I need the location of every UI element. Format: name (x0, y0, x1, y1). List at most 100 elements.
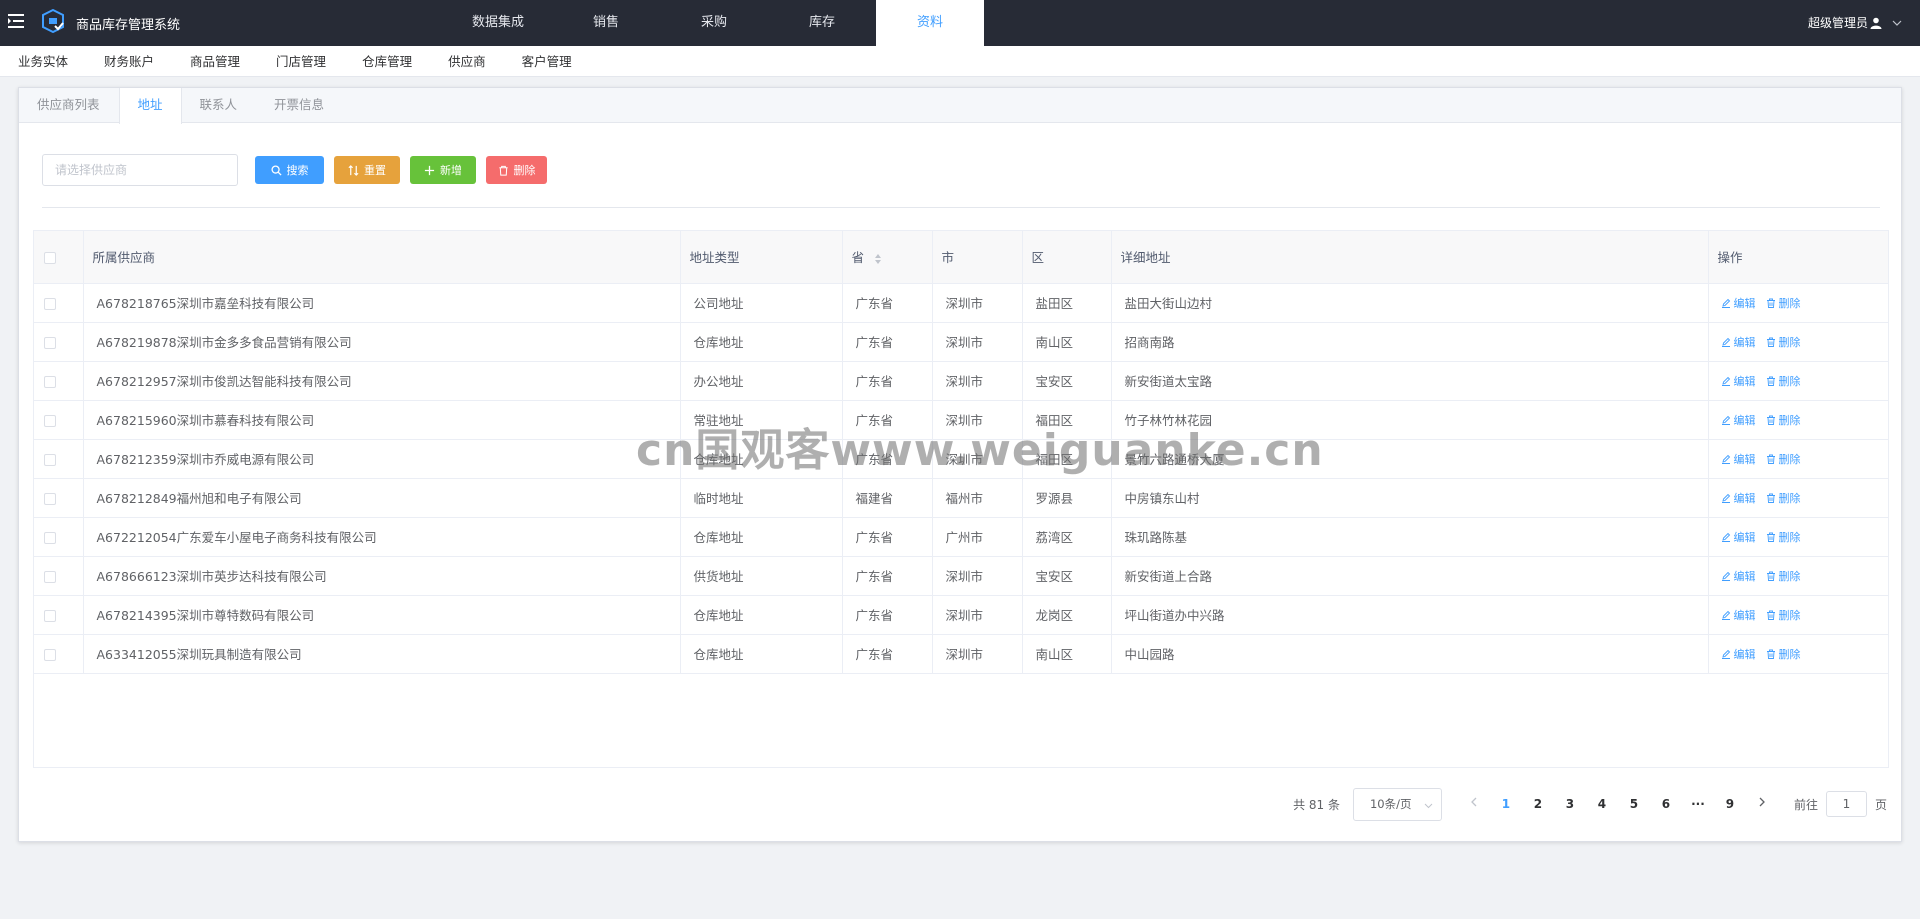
subnav-item-finance-account[interactable]: 财务账户 (104, 46, 154, 76)
row-delete-link[interactable]: 删除 (1766, 529, 1801, 545)
prev-page-button[interactable] (1458, 797, 1490, 811)
row-checkbox[interactable] (44, 297, 56, 310)
column-header-province[interactable]: 省 (842, 231, 933, 284)
row-delete-link[interactable]: 删除 (1766, 373, 1801, 389)
subnav-item-business-entity[interactable]: 业务实体 (18, 46, 68, 76)
tab-supplier-list[interactable]: 供应商列表 (19, 88, 119, 123)
row-delete-link[interactable]: 删除 (1766, 646, 1801, 662)
edit-icon (1721, 532, 1730, 542)
total-count: 共 81 条 (1293, 797, 1340, 812)
row-edit-link[interactable]: 编辑 (1721, 490, 1756, 506)
page-button[interactable]: 1 (1490, 797, 1522, 811)
supplier-select-input[interactable] (42, 154, 238, 186)
page-size-select[interactable]: 10条/页 (1352, 787, 1442, 821)
row-checkbox[interactable] (44, 570, 56, 583)
row-delete-link[interactable]: 删除 (1766, 490, 1801, 506)
cell-supplier: A672212054广东爱车小屋电子商务科技有限公司 (83, 517, 681, 557)
row-checkbox[interactable] (44, 414, 56, 427)
row-edit-link[interactable]: 编辑 (1721, 607, 1756, 623)
cell-supplier: A678214395深圳市尊特数码有限公司 (83, 595, 681, 635)
row-edit-link[interactable]: 编辑 (1721, 373, 1756, 389)
toolbar-divider (42, 207, 1880, 208)
top-nav: 数据集成 销售 采购 库存 资料 (444, 0, 984, 46)
edit-icon (1721, 415, 1730, 425)
row-checkbox[interactable] (44, 375, 56, 388)
user-menu[interactable]: 超级管理员 (1808, 14, 1902, 31)
row-delete-link[interactable]: 删除 (1766, 607, 1801, 623)
top-nav-item-data-integration[interactable]: 数据集成 (444, 0, 552, 46)
goto-page-input[interactable] (1825, 791, 1867, 817)
page-button[interactable]: 4 (1586, 797, 1618, 811)
top-nav-item-sales[interactable]: 销售 (552, 0, 660, 46)
select-all-checkbox[interactable] (44, 251, 56, 264)
cell-city: 深圳市 (932, 595, 1023, 635)
row-edit-link[interactable]: 编辑 (1721, 295, 1756, 311)
top-nav-item-master-data[interactable]: 资料 (876, 0, 984, 46)
cell-address-type: 办公地址 (680, 361, 843, 401)
top-nav-item-purchase[interactable]: 采购 (660, 0, 768, 46)
column-header-city: 市 (932, 231, 1023, 284)
page-button[interactable]: 6 (1650, 797, 1682, 811)
search-button[interactable]: 搜索 (255, 156, 324, 184)
subnav-item-customer[interactable]: 客户管理 (522, 46, 572, 76)
page-button[interactable]: 5 (1618, 797, 1650, 811)
add-button[interactable]: 新增 (410, 156, 476, 184)
page-button[interactable]: 3 (1554, 797, 1586, 811)
cell-province: 广东省 (842, 439, 933, 479)
cell-city: 福州市 (932, 478, 1023, 518)
row-checkbox[interactable] (44, 648, 56, 661)
row-checkbox[interactable] (44, 531, 56, 544)
table-body: A678218765深圳市嘉垒科技有限公司 公司地址 广东省 深圳市 盐田区 盐田大街山边… (34, 283, 1888, 674)
cell-detail-address: 景竹六路通桥大厦 (1111, 439, 1709, 479)
cell-city: 深圳市 (932, 322, 1023, 362)
cell-detail-address: 盐田大街山边村 (1111, 283, 1709, 323)
row-checkbox[interactable] (44, 453, 56, 466)
cell-supplier: A678212849福州旭和电子有限公司 (83, 478, 681, 518)
cell-city: 深圳市 (932, 400, 1023, 440)
cell-district: 南山区 (1022, 322, 1112, 362)
column-header-province-label: 省 (851, 250, 865, 266)
row-delete-link[interactable]: 删除 (1766, 568, 1801, 584)
cell-detail-address: 珠玑路陈基 (1111, 517, 1709, 557)
edit-icon (1721, 298, 1730, 308)
cell-province: 广东省 (842, 283, 933, 323)
menu-toggle-icon[interactable] (6, 11, 26, 31)
row-delete-link[interactable]: 删除 (1766, 295, 1801, 311)
delete-button[interactable]: 删除 (486, 156, 547, 184)
row-checkbox[interactable] (44, 609, 56, 622)
subnav-item-store[interactable]: 门店管理 (276, 46, 326, 76)
row-edit-link[interactable]: 编辑 (1721, 568, 1756, 584)
row-edit-label: 编辑 (1733, 608, 1756, 622)
reset-button[interactable]: 重置 (334, 156, 400, 184)
cell-province: 广东省 (842, 361, 933, 401)
next-page-button[interactable] (1746, 797, 1778, 811)
cell-city: 深圳市 (932, 439, 1023, 479)
row-edit-link[interactable]: 编辑 (1721, 529, 1756, 545)
tab-address[interactable]: 地址 (118, 88, 182, 124)
row-delete-link[interactable]: 删除 (1766, 334, 1801, 350)
table-row: A678666123深圳市英步达科技有限公司 供货地址 广东省 深圳市 宝安区 新安街道上… (34, 556, 1888, 596)
row-delete-link[interactable]: 删除 (1766, 451, 1801, 467)
tab-contacts[interactable]: 联系人 (182, 88, 257, 123)
chevron-left-icon (1471, 797, 1477, 807)
cell-district: 福田区 (1022, 400, 1112, 440)
subnav-item-warehouse[interactable]: 仓库管理 (362, 46, 412, 76)
top-nav-item-inventory[interactable]: 库存 (768, 0, 876, 46)
row-edit-link[interactable]: 编辑 (1721, 334, 1756, 350)
cell-actions: 编辑 删除 (1708, 283, 1888, 323)
cell-supplier: A678215960深圳市慕春科技有限公司 (83, 400, 681, 440)
subnav-item-product[interactable]: 商品管理 (190, 46, 240, 76)
row-checkbox[interactable] (44, 492, 56, 505)
tab-invoice-info[interactable]: 开票信息 (256, 88, 343, 123)
row-edit-label: 编辑 (1733, 296, 1756, 310)
row-edit-link[interactable]: 编辑 (1721, 451, 1756, 467)
page-button[interactable]: 2 (1522, 797, 1554, 811)
row-checkbox[interactable] (44, 336, 56, 349)
page-ellipsis[interactable]: ··· (1682, 797, 1714, 811)
row-edit-link[interactable]: 编辑 (1721, 646, 1756, 662)
subnav-item-supplier[interactable]: 供应商 (448, 46, 486, 76)
row-edit-link[interactable]: 编辑 (1721, 412, 1756, 428)
row-delete-link[interactable]: 删除 (1766, 412, 1801, 428)
sort-icon[interactable] (874, 253, 882, 265)
page-button[interactable]: 9 (1714, 797, 1746, 811)
